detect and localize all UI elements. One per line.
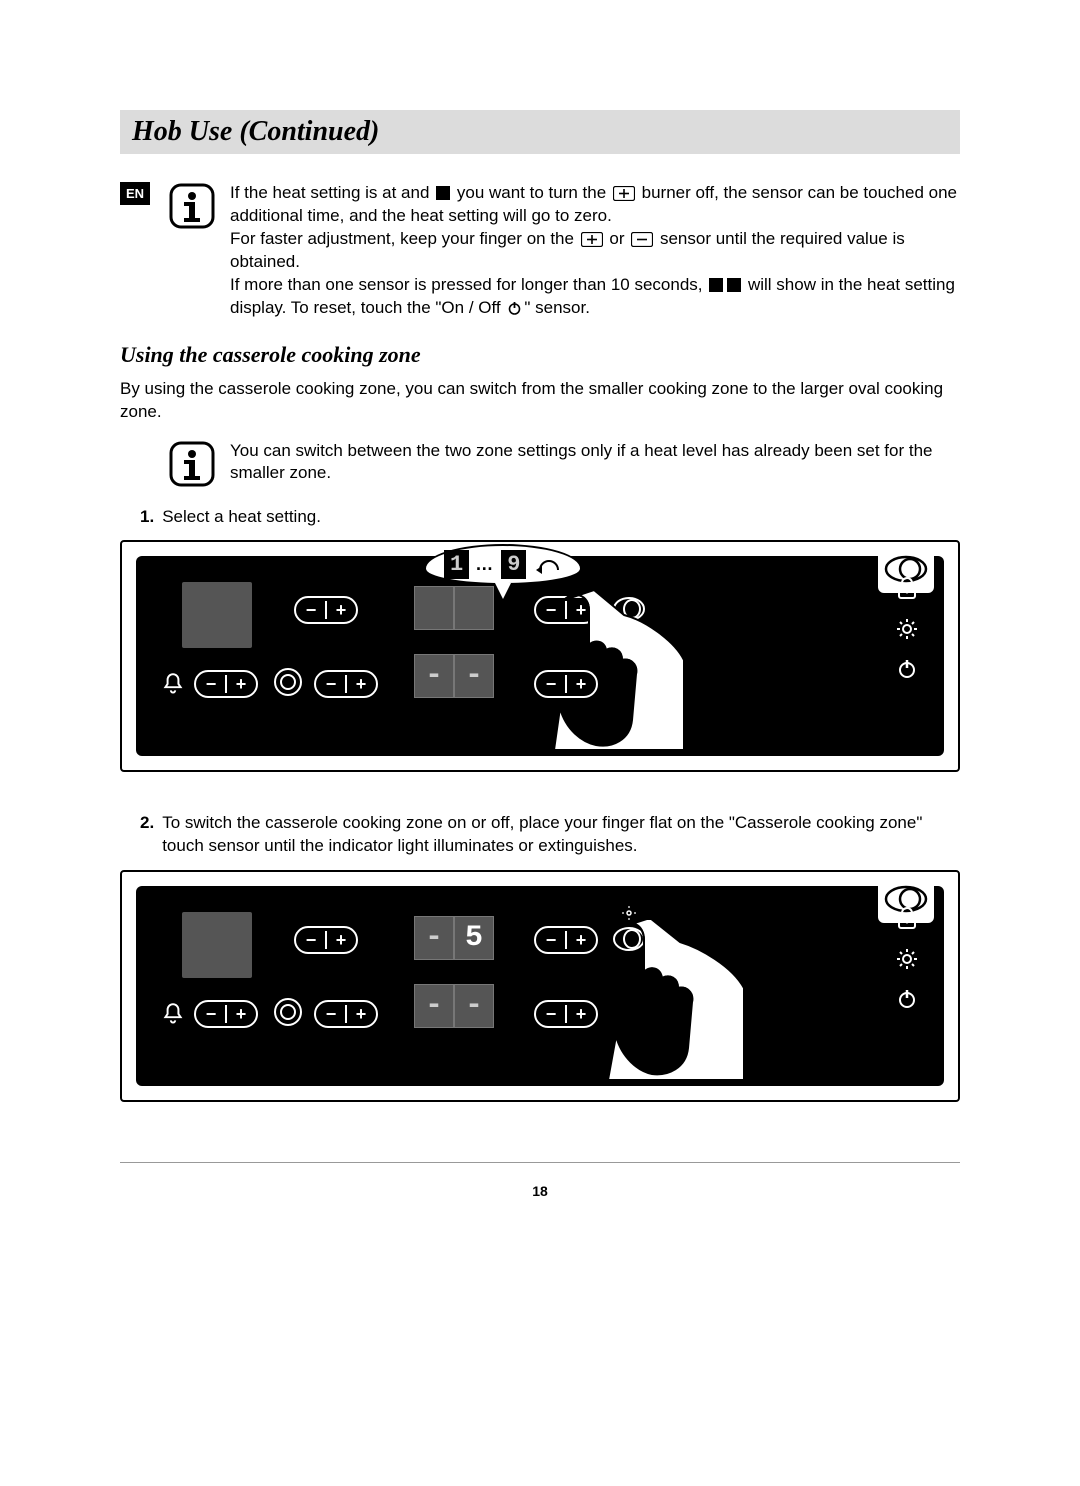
hand-pointing-icon bbox=[584, 920, 744, 1080]
info-note-heat-setting: EN If the heat setting is at and you wan… bbox=[120, 182, 960, 320]
info-icon bbox=[168, 182, 216, 230]
zone-adjust-bottom-left: −+ bbox=[314, 670, 378, 698]
side-icon-column bbox=[896, 906, 918, 1010]
page-root: Hob Use (Continued) EN If the heat setti… bbox=[0, 0, 1080, 1259]
info-note-switch-zone: You can switch between the two zone sett… bbox=[120, 440, 960, 488]
bell-icon bbox=[160, 1002, 186, 1028]
info-text-1: If the heat setting is at and you want t… bbox=[230, 182, 960, 320]
plus-sensor-icon bbox=[581, 232, 603, 247]
text: If more than one sensor is pressed for l… bbox=[230, 275, 707, 294]
power-icon bbox=[896, 988, 918, 1010]
heat-display-top bbox=[414, 586, 494, 630]
info-icon bbox=[168, 440, 216, 488]
display-dash: - bbox=[425, 921, 443, 955]
info-text-2: You can switch between the two zone sett… bbox=[230, 440, 960, 486]
black-square-icon bbox=[727, 278, 741, 292]
figure-1-select-heat: −+ −+ −+ −+ −+ -- bbox=[120, 540, 960, 772]
indicator-light-icon bbox=[622, 906, 636, 920]
zone-adjust-bottom-left: −+ bbox=[314, 1000, 378, 1028]
lock-icon bbox=[896, 906, 918, 930]
control-panel: −+ −+ −+ −+ −+ -- bbox=[136, 556, 944, 756]
step-text: Select a heat setting. bbox=[162, 506, 321, 529]
step-1: 1. Select a heat setting. bbox=[140, 506, 960, 529]
heat-display-bottom: -- bbox=[414, 984, 494, 1028]
power-icon bbox=[896, 658, 918, 680]
digit-9: 9 bbox=[501, 550, 526, 579]
step-text: To switch the casserole cooking zone on … bbox=[162, 812, 960, 858]
step-2: 2. To switch the casserole cooking zone … bbox=[140, 812, 960, 858]
text: or bbox=[605, 229, 630, 248]
text: " sensor. bbox=[524, 298, 590, 317]
heat-range-callout: 1 … 9 bbox=[424, 544, 582, 585]
subsection-heading: Using the casserole cooking zone bbox=[120, 342, 960, 368]
timer-adjust: −+ bbox=[194, 670, 258, 698]
minus-sensor-icon bbox=[631, 232, 653, 247]
section-title: Hob Use (Continued) bbox=[132, 116, 948, 148]
side-icon-column bbox=[896, 576, 918, 680]
display-five: 5 bbox=[465, 921, 483, 955]
black-square-icon bbox=[709, 278, 723, 292]
timer-adjust: −+ bbox=[194, 1000, 258, 1028]
zone-adjust-top-left: −+ bbox=[294, 926, 358, 954]
zone-adjust-top-left: −+ bbox=[294, 596, 358, 624]
plus-sensor-icon bbox=[613, 186, 635, 201]
ellipsis: … bbox=[475, 554, 495, 575]
heat-display-top: - 5 bbox=[414, 916, 494, 960]
timer-display bbox=[182, 582, 252, 648]
footer-rule bbox=[120, 1162, 960, 1163]
text: For faster adjustment, keep your finger … bbox=[230, 229, 579, 248]
heat-display-bottom: -- bbox=[414, 654, 494, 698]
lock-icon bbox=[896, 576, 918, 600]
dual-ring-icon bbox=[272, 666, 304, 698]
light-icon bbox=[896, 948, 918, 970]
language-badge: EN bbox=[120, 182, 150, 205]
intro-paragraph: By using the casserole cooking zone, you… bbox=[120, 378, 960, 424]
digit-1: 1 bbox=[444, 550, 469, 579]
text: If the heat setting is at and bbox=[230, 183, 434, 202]
step-number: 1. bbox=[140, 506, 154, 529]
dual-ring-icon bbox=[272, 996, 304, 1028]
power-icon bbox=[507, 301, 522, 316]
control-panel: −+ −+ −+ −+ −+ - 5 -- bbox=[136, 886, 944, 1086]
step-number: 2. bbox=[140, 812, 154, 835]
hand-pointing-icon bbox=[534, 590, 684, 750]
black-square-icon bbox=[436, 186, 450, 200]
cycle-arrow-icon bbox=[536, 556, 562, 574]
section-title-bar: Hob Use (Continued) bbox=[120, 110, 960, 154]
text: you want to turn the bbox=[452, 183, 611, 202]
light-icon bbox=[896, 618, 918, 640]
timer-display bbox=[182, 912, 252, 978]
bell-icon bbox=[160, 672, 186, 698]
page-number: 18 bbox=[120, 1183, 960, 1199]
figure-2-casserole-toggle: −+ −+ −+ −+ −+ - 5 -- bbox=[120, 870, 960, 1102]
